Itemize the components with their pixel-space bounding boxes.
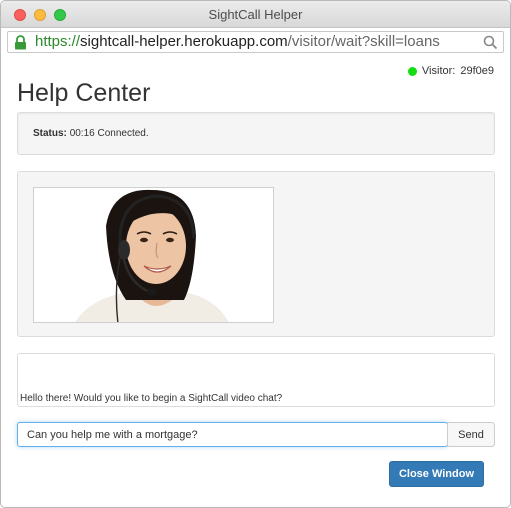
chat-log: Hello there! Would you like to begin a S… — [17, 353, 495, 407]
status-label: Status: — [33, 128, 67, 139]
url-host: sightcall-helper.herokuapp.com — [80, 33, 288, 50]
online-status-dot — [407, 66, 417, 76]
status-value: 00:16 Connected. — [69, 128, 149, 139]
status-panel: Status: 00:16 Connected. — [17, 112, 495, 155]
window-title: SightCall Helper — [208, 7, 303, 22]
title-bar: SightCall Helper — [1, 1, 510, 28]
agent-video-image — [75, 189, 229, 322]
send-button[interactable]: Send — [447, 422, 495, 447]
url-path: /visitor/wait?skill=loans — [287, 33, 440, 50]
status-text: Status: 00:16 Connected. — [33, 128, 149, 139]
url-text[interactable]: https://sightcall-helper.herokuapp.com/v… — [35, 33, 440, 50]
search-icon[interactable] — [483, 35, 498, 50]
address-bar[interactable]: https://sightcall-helper.herokuapp.com/v… — [7, 31, 504, 53]
agent-video — [33, 187, 274, 323]
page-content: Visitor: 29f0e9 Help Center Status: 00:1… — [1, 55, 510, 507]
visitor-id: 29f0e9 — [460, 65, 494, 77]
page-title: Help Center — [17, 79, 151, 107]
browser-window: SightCall Helper https://sightcall-helpe… — [0, 0, 511, 508]
visitor-label: Visitor: — [421, 65, 456, 77]
url-scheme: https:// — [35, 33, 81, 50]
video-panel — [17, 171, 495, 337]
visitor-indicator: Visitor: 29f0e9 — [407, 65, 494, 77]
chat-message: Hello there! Would you like to begin a S… — [20, 393, 283, 404]
chat-message-input[interactable] — [17, 422, 448, 447]
close-window-button[interactable]: Close Window — [389, 461, 484, 487]
lock-icon — [15, 35, 26, 50]
